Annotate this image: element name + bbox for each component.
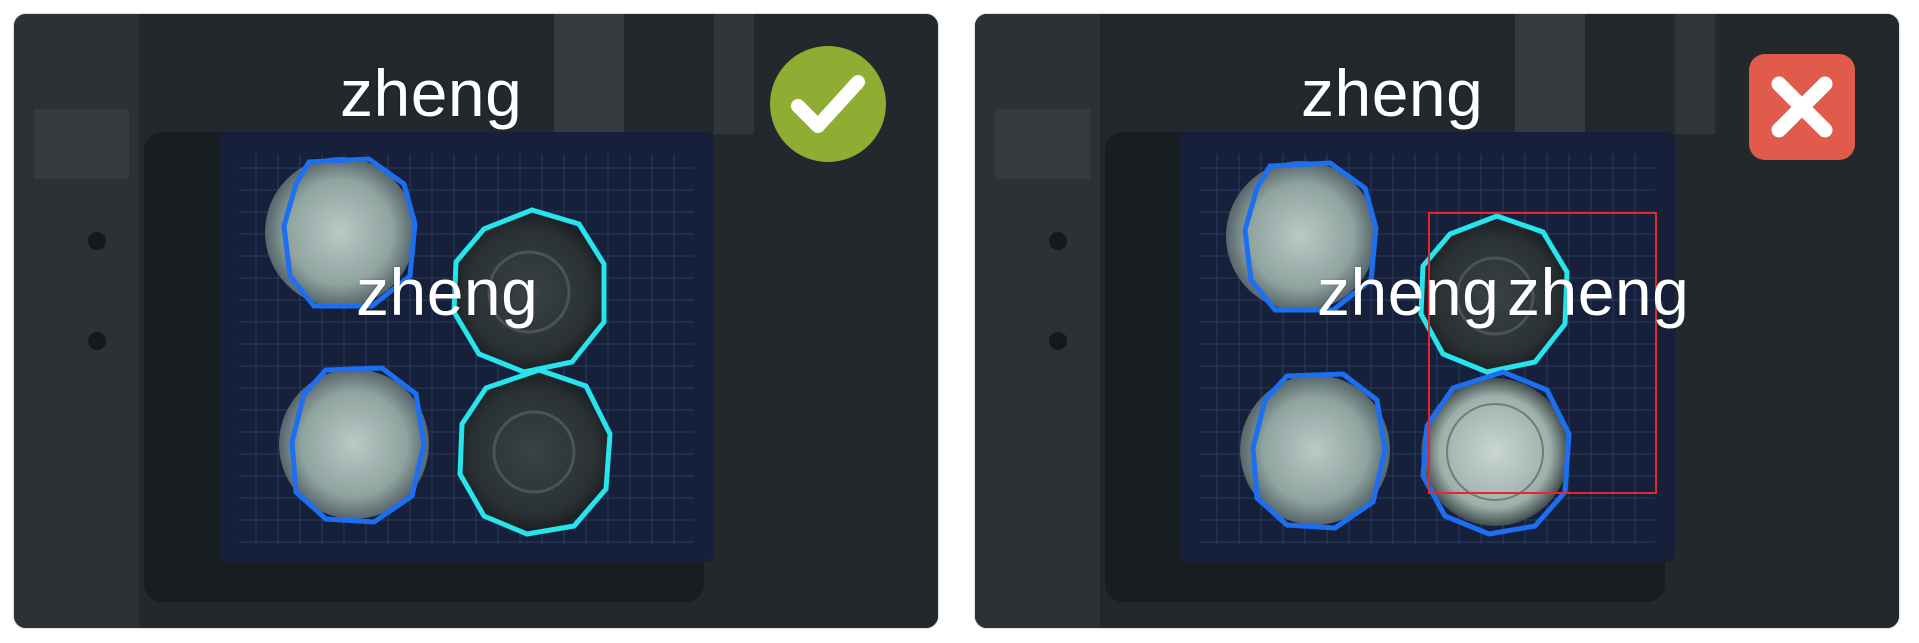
bracket (995, 109, 1090, 179)
checkmark-icon (770, 46, 886, 162)
vertical-bar (1675, 14, 1715, 134)
class-label: zheng (356, 255, 539, 329)
result-panel-correct: zheng zheng (14, 14, 938, 628)
result-panel-incorrect: zheng zheng zheng (975, 14, 1899, 628)
class-label: zheng (1317, 255, 1500, 329)
class-label: zheng (340, 56, 523, 130)
cross-icon (1749, 54, 1855, 160)
left-rail (14, 14, 139, 628)
screw-hole (1049, 332, 1067, 350)
vertical-bar (1515, 14, 1585, 134)
class-label: zheng (1301, 56, 1484, 130)
bracket (34, 109, 129, 179)
screw-hole (88, 332, 106, 350)
screw-hole (88, 232, 106, 250)
left-rail (975, 14, 1100, 628)
vertical-bar (714, 14, 754, 134)
screw-hole (1049, 232, 1067, 250)
class-label: zheng (1507, 255, 1690, 329)
vertical-bar (554, 14, 624, 134)
